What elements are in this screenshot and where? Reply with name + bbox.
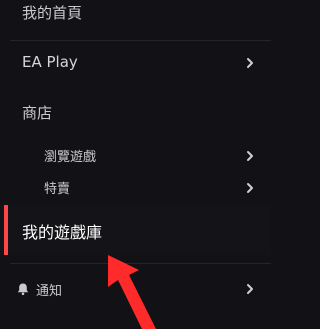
nav-item-my-home[interactable]: 我的首頁 bbox=[0, 0, 271, 40]
nav-item-label: 特賣 bbox=[44, 182, 71, 197]
bell-icon bbox=[16, 281, 30, 296]
nav-subitem-sale[interactable]: 特賣 bbox=[0, 174, 271, 200]
chevron-right-icon bbox=[245, 150, 255, 162]
chevron-right-icon bbox=[245, 283, 255, 295]
nav-item-label: 我的首頁 bbox=[22, 4, 83, 22]
chevron-right-icon bbox=[245, 182, 255, 194]
nav-item-label: EA Play bbox=[22, 53, 78, 71]
nav-item-label: 商店 bbox=[22, 104, 53, 122]
nav-item-label: 瀏覽遊戲 bbox=[44, 150, 97, 165]
chevron-right-icon bbox=[245, 57, 255, 69]
nav-item-ea-play[interactable]: EA Play bbox=[0, 41, 271, 85]
nav-subitem-browse-games[interactable]: 瀏覽遊戲 bbox=[0, 142, 271, 168]
nav-item-notifications[interactable]: 通知 bbox=[0, 272, 271, 306]
nav-item-label: 我的遊戲庫 bbox=[22, 223, 103, 242]
nav-item-my-game-library[interactable]: 我的遊戲庫 bbox=[0, 205, 271, 255]
active-indicator bbox=[4, 205, 8, 255]
nav-item-label: 通知 bbox=[36, 284, 63, 299]
nav-item-store[interactable]: 商店 bbox=[0, 96, 271, 132]
divider bbox=[10, 263, 271, 264]
